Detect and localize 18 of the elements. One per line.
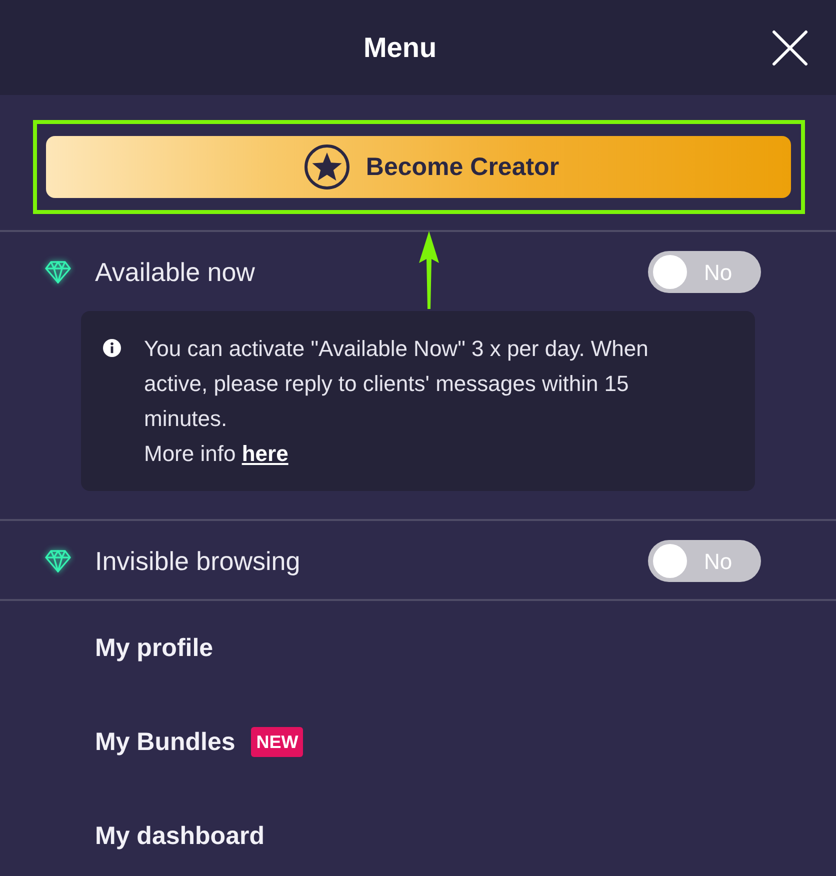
diamond-icon bbox=[45, 260, 71, 284]
become-creator-button[interactable]: Become Creator bbox=[46, 136, 791, 198]
here-link[interactable]: here bbox=[242, 441, 288, 466]
info-icon bbox=[103, 339, 121, 357]
diamond-icon bbox=[45, 549, 71, 573]
more-info-text: More info here bbox=[144, 440, 290, 468]
close-button[interactable] bbox=[770, 28, 810, 68]
menu-item[interactable]: My dashboard bbox=[0, 789, 836, 876]
toggle-label: Invisible browsing bbox=[95, 546, 302, 576]
toggle-knob bbox=[653, 255, 687, 289]
menu-title: Menu bbox=[363, 32, 437, 64]
toggle-knob bbox=[653, 544, 687, 578]
toggle-label: Available now bbox=[95, 256, 256, 288]
menu-item[interactable]: My Bundles NEW bbox=[0, 695, 836, 789]
info-text: You can activate "Available Now" 3 x per day. When active, please reply to clients' messages within 15 minutes. bbox=[144, 335, 650, 433]
close-icon bbox=[772, 30, 808, 66]
new-badge: NEW bbox=[251, 727, 304, 757]
menu-item[interactable]: My profile bbox=[0, 601, 836, 695]
